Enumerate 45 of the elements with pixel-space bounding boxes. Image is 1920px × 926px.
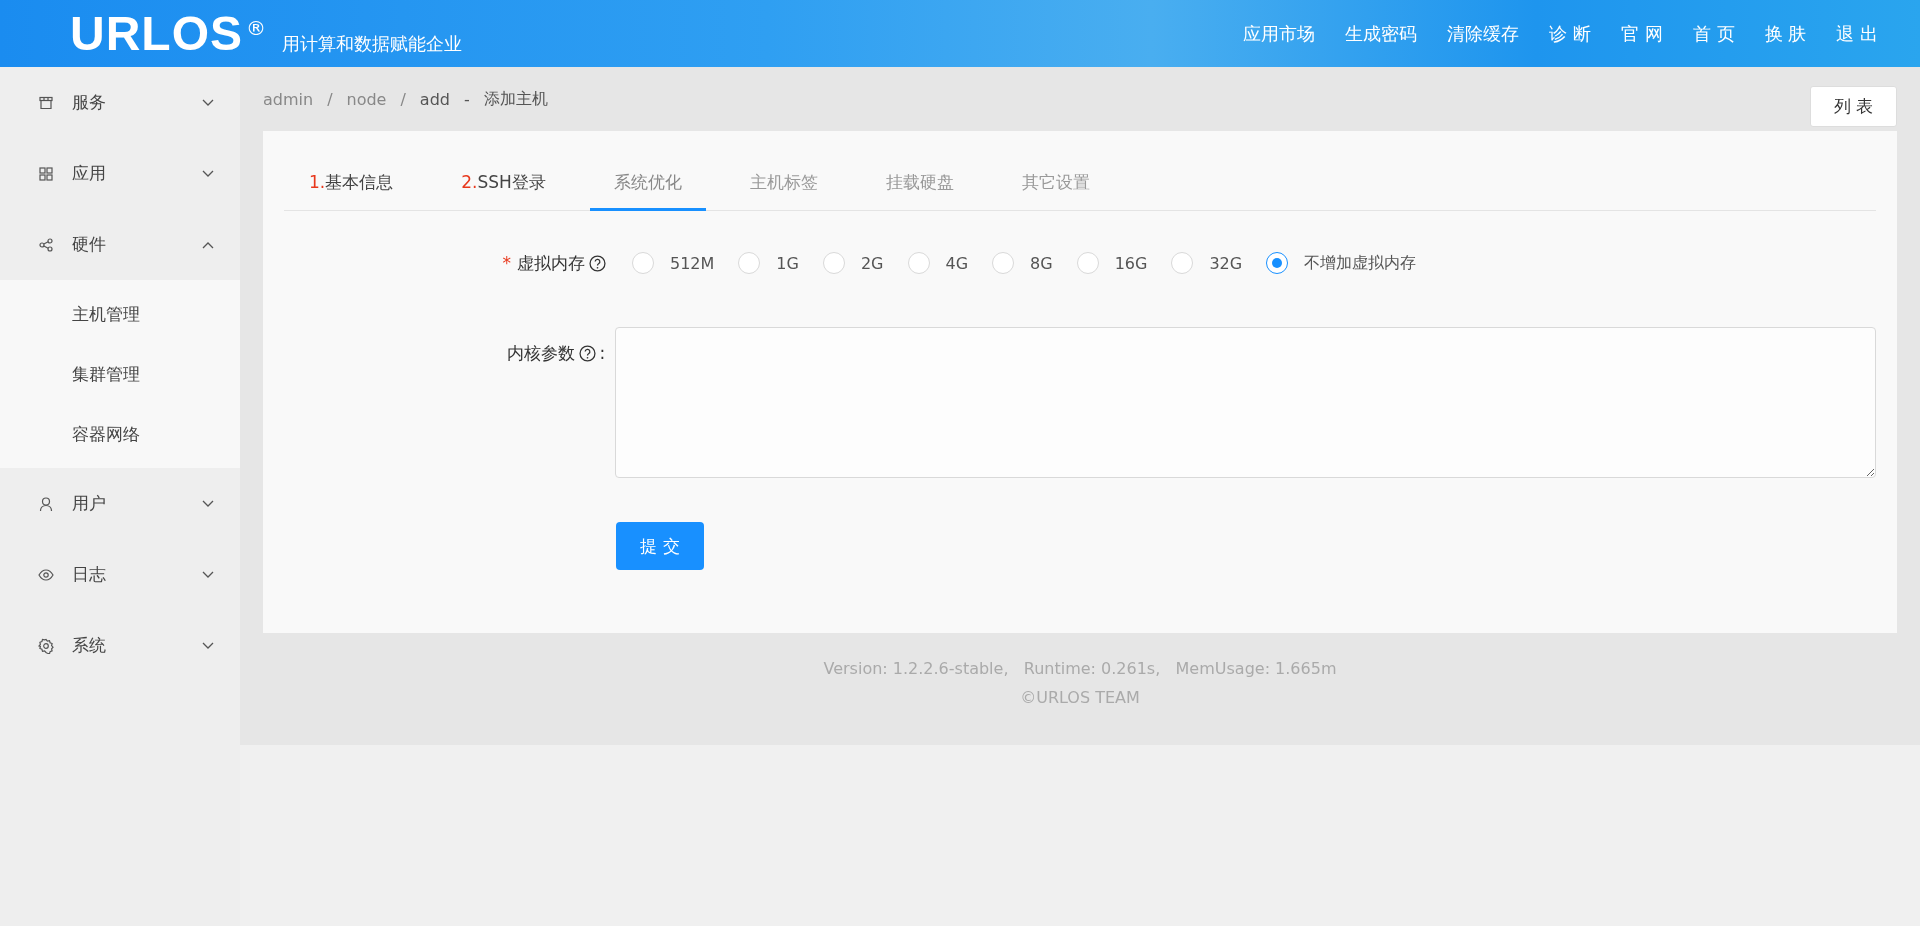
- radio-label[interactable]: 4G: [945, 253, 969, 273]
- radio-label[interactable]: 8G: [1030, 253, 1053, 273]
- breadcrumb-current: add: [419, 89, 450, 109]
- tab[interactable]: 系统优化: [589, 153, 706, 211]
- help-icon[interactable]: [579, 344, 597, 362]
- title-separator: -: [464, 89, 470, 109]
- field-label: 虚拟内存: [517, 251, 585, 275]
- logo-text: URLOS: [70, 6, 243, 61]
- submenu-item[interactable]: 容器网络: [0, 404, 240, 464]
- tab[interactable]: 2.SSH登录: [437, 153, 570, 211]
- radio-label[interactable]: 32G: [1209, 253, 1243, 273]
- submenu-item[interactable]: 主机管理: [0, 284, 240, 344]
- menu-item[interactable]: 应用: [0, 138, 240, 209]
- copyright-text: ©URLOS TEAM: [1019, 688, 1141, 707]
- eye-icon: [38, 566, 54, 583]
- menu-item[interactable]: 系统: [0, 610, 240, 681]
- help-icon[interactable]: [589, 254, 606, 272]
- radio-label[interactable]: 2G: [860, 253, 884, 273]
- breadcrumb-separator: /: [400, 89, 406, 109]
- radio-label[interactable]: 512M: [670, 253, 715, 273]
- field-label: 内核参数: [507, 341, 576, 365]
- menu-item[interactable]: 硬件: [0, 209, 240, 280]
- radio-label[interactable]: 1G: [776, 253, 799, 273]
- list-button[interactable]: 列 表: [1810, 85, 1897, 127]
- footer-stats: Version: 1.2.2.6-stable, Runtime: 0.261s, MemUsage: 1.665m: [822, 659, 1338, 678]
- radio-label[interactable]: 16G: [1114, 253, 1148, 273]
- menu-item[interactable]: 日志: [0, 539, 240, 610]
- radio-button[interactable]: [1266, 252, 1289, 274]
- tab[interactable]: 1.基本信息: [284, 153, 418, 211]
- user-icon: [38, 495, 54, 512]
- breadcrumb-separator: /: [327, 89, 333, 109]
- menu-item[interactable]: 服务: [0, 67, 240, 138]
- gear-icon: [38, 637, 54, 654]
- share-icon: [38, 236, 54, 253]
- menu-item[interactable]: 用户: [0, 468, 240, 539]
- text-area[interactable]: [615, 327, 1876, 478]
- label-colon: :: [599, 343, 606, 363]
- radio-label[interactable]: 不增加虚拟内存: [1304, 252, 1417, 274]
- tagline: 用计算和数据赋能企业: [282, 32, 462, 56]
- submenu-item[interactable]: 集群管理: [0, 344, 240, 404]
- page-title: 添加主机: [483, 88, 548, 110]
- shop-icon: [38, 94, 54, 111]
- grid-icon: [38, 165, 54, 182]
- required-asterisk: *: [502, 253, 511, 273]
- registered-mark: ®: [246, 16, 266, 40]
